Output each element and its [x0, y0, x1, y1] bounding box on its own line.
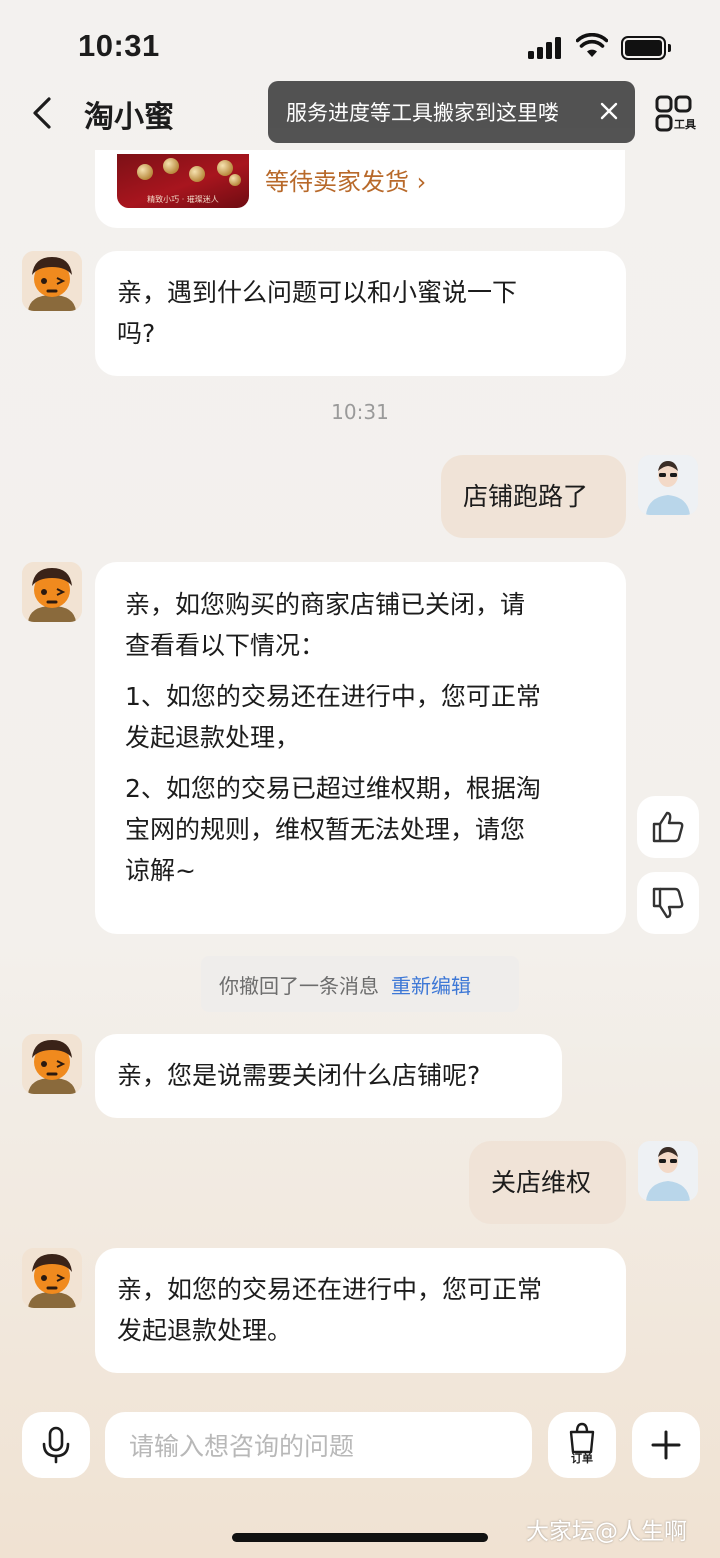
close-icon[interactable]: [597, 99, 621, 123]
back-arrow-icon[interactable]: [30, 96, 56, 130]
message-line: 2、如您的交易已超过维权期，根据淘: [125, 774, 541, 803]
bot-message-3: 亲，您是说需要关闭什么店铺呢?: [95, 1034, 562, 1118]
thumbs-up-button[interactable]: [637, 796, 699, 858]
re-edit-link[interactable]: 重新编辑: [391, 970, 471, 999]
thumbs-up-icon: [652, 811, 684, 843]
recall-notice: 你撤回了一条消息 重新编辑: [201, 956, 519, 1012]
order-button[interactable]: 订单: [548, 1412, 616, 1478]
message-line: 亲，遇到什么问题可以和小蜜说一下: [117, 278, 518, 307]
message-line: 亲，如您的交易还在进行中，您可正常: [117, 1275, 543, 1304]
message-text: 店铺跑路了: [463, 482, 589, 511]
user-avatar: [638, 1141, 698, 1201]
input-bar: 请输入想咨询的问题 订单: [0, 1410, 720, 1482]
user-message-2: 关店维权: [469, 1141, 626, 1224]
bot-avatar: [22, 562, 82, 622]
message-line: 亲，如您购买的商家店铺已关闭，请: [125, 590, 526, 619]
recall-text: 你撤回了一条消息: [219, 973, 379, 998]
order-card[interactable]: 精致小巧 · 璀璨迷人 等待卖家发货 ›: [95, 150, 625, 228]
thumbs-down-button[interactable]: [637, 872, 699, 934]
cellular-signal-icon: [528, 37, 564, 59]
message-line: 宝网的规则，维权暂无法处理，请您: [125, 815, 526, 844]
tools-label: 工具: [674, 118, 696, 131]
bot-message-2: 亲，如您购买的商家店铺已关闭，请 查看看以下情况： 1、如您的交易还在进行中，您…: [95, 562, 626, 934]
battery-icon: [621, 36, 671, 60]
microphone-icon: [42, 1426, 70, 1464]
message-line: 发起退款处理，: [125, 723, 301, 752]
message-line: 发起退款处理。: [117, 1316, 293, 1345]
tools-tooltip: 服务进度等工具搬家到这里喽: [268, 81, 635, 143]
user-message-1: 店铺跑路了: [441, 455, 626, 538]
wifi-icon: [576, 33, 608, 57]
message-text: 亲，您是说需要关闭什么店铺呢?: [117, 1061, 481, 1090]
plus-icon: [651, 1430, 681, 1460]
nav-bar: 淘小蜜 服务进度等工具搬家到这里喽 工具: [0, 80, 720, 150]
bot-message-1: 亲，遇到什么问题可以和小蜜说一下 吗?: [95, 251, 626, 376]
bot-avatar: [22, 251, 82, 311]
bot-avatar: [22, 1248, 82, 1308]
message-text: 关店维权: [491, 1168, 592, 1197]
thumbs-down-icon: [652, 887, 684, 919]
page-title: 淘小蜜: [84, 100, 174, 135]
more-button[interactable]: [632, 1412, 700, 1478]
thumbnail-caption: 精致小巧 · 璀璨迷人: [147, 195, 219, 204]
watermark: 大家坛@人生啊: [526, 1519, 687, 1545]
message-line: 谅解~: [125, 856, 196, 885]
status-bar: 10:31: [0, 0, 720, 90]
voice-button[interactable]: [22, 1412, 90, 1478]
home-indicator[interactable]: [232, 1533, 488, 1542]
tooltip-text: 服务进度等工具搬家到这里喽: [286, 101, 559, 125]
message-line: 查看看以下情况：: [125, 631, 326, 660]
status-time: 10:31: [78, 28, 160, 63]
question-input[interactable]: 请输入想咨询的问题: [105, 1412, 532, 1478]
message-timestamp: 10:31: [331, 400, 389, 424]
user-avatar: [638, 455, 698, 515]
product-thumbnail: 精致小巧 · 璀璨迷人: [117, 154, 249, 208]
order-label: 订单: [571, 1452, 593, 1465]
bot-message-4: 亲，如您的交易还在进行中，您可正常 发起退款处理。: [95, 1248, 626, 1373]
order-status-link[interactable]: 等待卖家发货 ›: [265, 162, 426, 197]
bot-avatar: [22, 1034, 82, 1094]
message-line: 1、如您的交易还在进行中，您可正常: [125, 682, 541, 711]
message-line: 吗?: [117, 319, 156, 348]
